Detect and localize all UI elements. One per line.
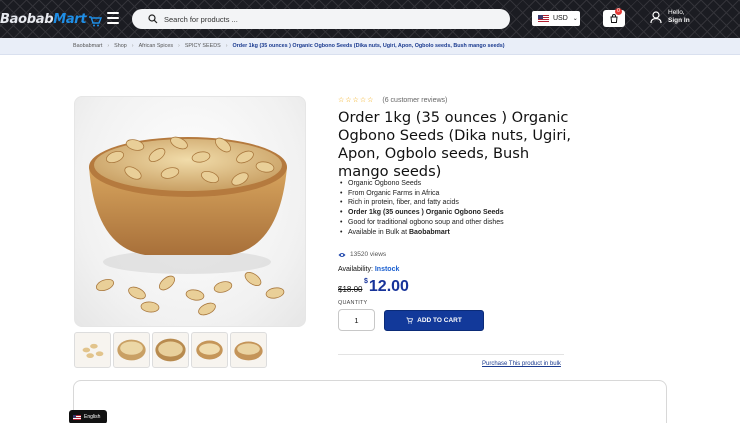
highlight-item: Organic Ogbono Seeds xyxy=(340,179,504,189)
old-price: $18.00 xyxy=(338,285,363,294)
search-input[interactable] xyxy=(164,14,464,24)
thumbnail-3[interactable] xyxy=(152,332,189,368)
greeting-text: Hello, xyxy=(668,9,685,16)
price-value: 12.00 xyxy=(368,278,409,295)
bulk-purchase-link[interactable]: Purchase This product in bulk xyxy=(482,361,561,367)
logo-cart-icon xyxy=(88,13,103,27)
breadcrumb-bar: Baobabmart › Shop › African Spices › SPICY … xyxy=(0,38,740,55)
highlight-text: Available in Bulk at xyxy=(348,228,409,236)
currency-label: USD xyxy=(553,15,568,22)
breadcrumb-home[interactable]: Baobabmart xyxy=(73,43,102,49)
thumbnail-5[interactable] xyxy=(230,332,267,368)
menu-icon[interactable] xyxy=(107,12,119,24)
thumbnail-2[interactable] xyxy=(113,332,150,368)
thumbnail-strip xyxy=(74,332,267,368)
availability-label: Availability: xyxy=(338,266,373,273)
seeds-bowl-illustration xyxy=(89,136,287,316)
logo-text-main: Baobab xyxy=(0,11,54,27)
cart-icon xyxy=(610,13,618,23)
highlight-item: Order 1kg (35 ounces ) Organic Ogbono Se… xyxy=(340,208,504,218)
add-to-cart-button[interactable]: ADD TO CART xyxy=(384,310,484,331)
quantity-input[interactable] xyxy=(338,309,375,331)
search-bar[interactable] xyxy=(132,9,510,29)
currency-selector[interactable]: USD ⌄ xyxy=(532,11,580,26)
chevron-down-icon: ⌄ xyxy=(572,16,578,22)
logo-text: BaobabMart xyxy=(0,11,87,27)
rating-row: ☆☆☆☆☆ (6 customer reviews) xyxy=(338,96,447,104)
sign-in-link[interactable]: Hello, Sign In xyxy=(650,9,690,25)
highlight-brand: Baobabmart xyxy=(408,228,450,236)
cart-button[interactable]: 0 xyxy=(603,8,625,27)
cart-icon xyxy=(406,317,414,324)
breadcrumb-current: Order 1kg (35 ounces ) Organic Ogbono Se… xyxy=(232,43,505,49)
highlight-item: Rich in protein, fiber, and fatty acids xyxy=(340,198,504,208)
user-icon xyxy=(650,10,662,23)
breadcrumb-african-spices[interactable]: African Spices xyxy=(139,43,173,49)
eye-icon xyxy=(338,252,346,257)
product-title: Order 1kg (35 ounces ) Organic Ogbono Se… xyxy=(338,109,572,180)
language-selector[interactable]: English xyxy=(69,410,107,423)
sign-in-text: Sign In xyxy=(668,17,690,24)
views-text: 13520 views xyxy=(350,251,387,258)
availability: Availability: Instock xyxy=(338,266,399,273)
divider xyxy=(338,354,564,355)
breadcrumb-spicy-seeds[interactable]: SPICY SEEDS xyxy=(185,43,221,49)
language-label: English xyxy=(84,414,101,420)
top-header: BaobabMart USD ⌄ 0 Hello, Sign In xyxy=(0,0,740,38)
product-main-image[interactable] xyxy=(74,96,306,327)
breadcrumb-separator: › xyxy=(107,43,110,49)
highlight-item: Good for traditional ogbono soup and oth… xyxy=(340,218,504,228)
quantity-label: QUANTITY xyxy=(338,300,368,306)
view-count: 13520 views xyxy=(338,251,386,258)
logo-text-accent: Mart xyxy=(53,11,87,27)
site-logo[interactable]: BaobabMart xyxy=(0,9,103,29)
breadcrumb-separator: › xyxy=(225,43,228,49)
cart-count-badge: 0 xyxy=(615,8,622,15)
review-count[interactable]: (6 customer reviews) xyxy=(382,97,447,104)
thumbnail-1[interactable] xyxy=(74,332,111,368)
add-to-cart-label: ADD TO CART xyxy=(417,317,462,324)
product-highlights: Organic Ogbono Seeds From Organic Farms … xyxy=(340,179,504,237)
highlight-item: From Organic Farms in Africa xyxy=(340,189,504,199)
price-currency: $ xyxy=(364,278,368,285)
search-icon xyxy=(148,14,158,24)
star-rating[interactable]: ☆☆☆☆☆ xyxy=(338,96,374,104)
breadcrumb-shop[interactable]: Shop xyxy=(114,43,127,49)
us-flag-icon xyxy=(538,15,549,22)
highlight-item: Available in Bulk at Baobabmart xyxy=(340,228,504,238)
current-price: $12.00 xyxy=(364,278,409,296)
breadcrumb-separator: › xyxy=(178,43,180,49)
breadcrumb: Baobabmart › Shop › African Spices › SPICY … xyxy=(73,43,505,49)
us-flag-icon xyxy=(73,414,81,420)
thumbnail-4[interactable] xyxy=(191,332,228,368)
breadcrumb-separator: › xyxy=(131,43,134,49)
availability-status: Instock xyxy=(374,266,400,273)
description-card xyxy=(73,380,667,423)
